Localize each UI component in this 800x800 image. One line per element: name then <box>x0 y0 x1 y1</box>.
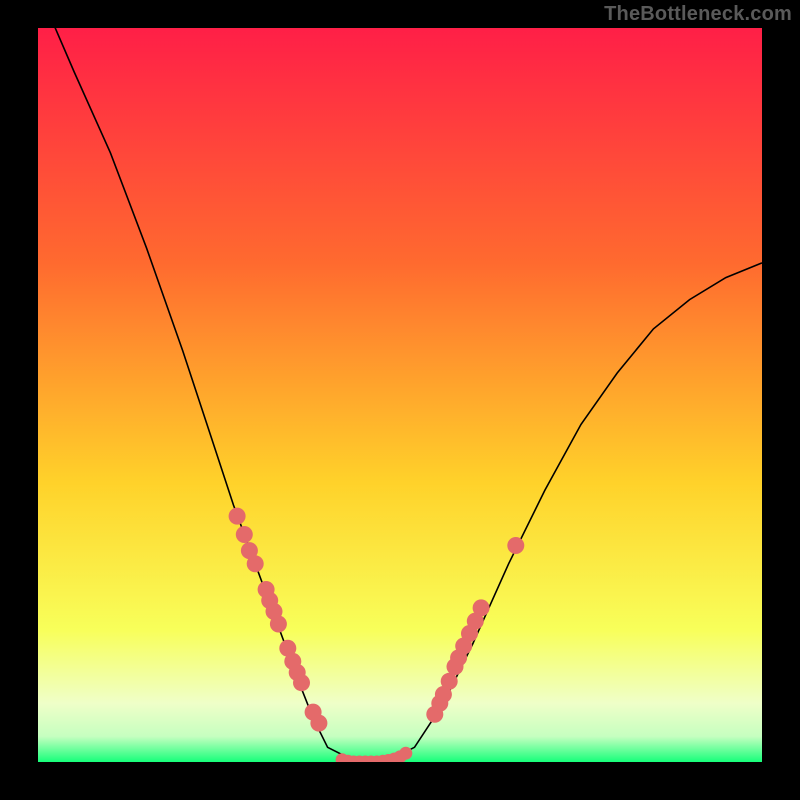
data-point <box>236 526 253 543</box>
chart-container: TheBottleneck.com <box>0 0 800 800</box>
attribution-text: TheBottleneck.com <box>604 3 792 26</box>
data-point <box>293 674 310 691</box>
data-point <box>229 508 246 525</box>
data-point <box>310 715 327 732</box>
plot-area <box>38 28 762 762</box>
data-point <box>270 616 287 633</box>
bottleneck-chart <box>38 28 762 762</box>
data-point <box>473 599 490 616</box>
gradient-background <box>38 28 762 762</box>
data-point <box>247 555 264 572</box>
data-point <box>507 537 524 554</box>
data-point <box>399 747 412 760</box>
data-point <box>441 673 458 690</box>
